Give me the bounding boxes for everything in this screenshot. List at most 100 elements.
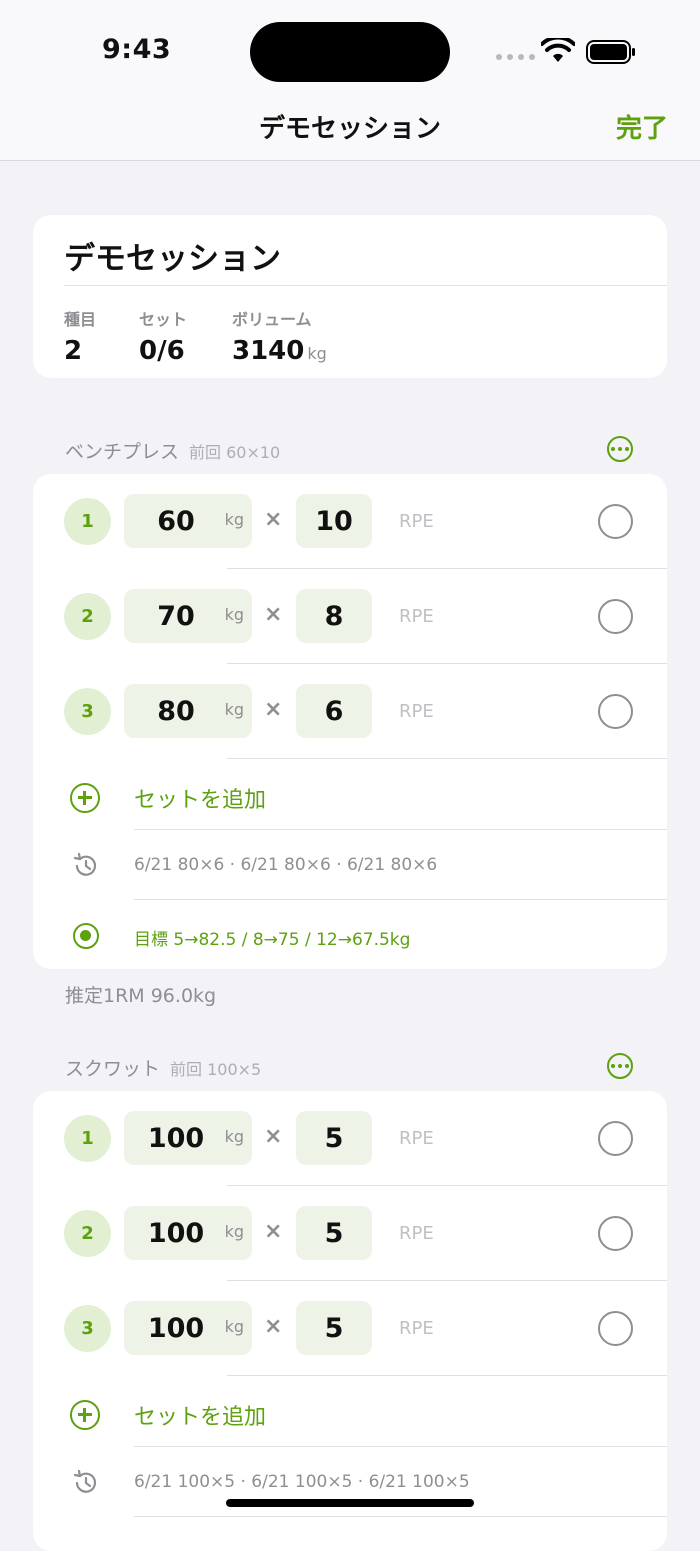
reps-value: 5 xyxy=(324,1123,344,1154)
history-icon xyxy=(73,852,97,876)
more-options-icon[interactable] xyxy=(607,1053,633,1079)
reps-field[interactable]: 5 xyxy=(296,1111,372,1165)
wifi-icon xyxy=(541,38,575,62)
rpe-field[interactable]: RPE xyxy=(399,1223,434,1244)
complete-checkbox[interactable] xyxy=(598,599,633,634)
history-text: 6/21 100×5 · 6/21 100×5 · 6/21 100×5 xyxy=(134,1472,470,1492)
stat-label: ボリューム xyxy=(232,310,312,329)
goal-row: 目標 5→82.5 / 8→75 / 12→67.5kg xyxy=(33,900,667,970)
weight-value: 100 xyxy=(147,1218,205,1249)
set-row: 2 70 kg × 8 RPE xyxy=(33,569,667,664)
previous-record: 前回 60×10 xyxy=(189,443,281,462)
exercise-header: スクワット 前回 100×5 xyxy=(65,1054,261,1081)
stat-label: 種目 xyxy=(64,310,97,329)
exercise-header: ベンチプレス 前回 60×10 xyxy=(65,437,280,464)
session-summary-card: デモセッション 種目 2 セット 0/6 ボリューム 3140 kg xyxy=(33,215,667,378)
exercise-card-squat: 1 100 kg × 5 RPE 2 100 kg × 5 RPE 3 100 kg … xyxy=(33,1091,667,1551)
navigation-bar: 9:43 デモセッション 完了 xyxy=(0,0,700,161)
add-set-button[interactable]: セットを追加 xyxy=(33,760,667,830)
stat-label: セット xyxy=(139,310,188,329)
set-number-badge: 1 xyxy=(64,1115,111,1162)
weight-field[interactable]: 60 kg xyxy=(124,494,252,548)
nav-title: デモセッション xyxy=(258,114,441,144)
times-sign: × xyxy=(264,1124,283,1149)
weight-value: 100 xyxy=(147,1313,205,1344)
history-icon xyxy=(73,1469,97,1493)
set-number-badge: 2 xyxy=(64,593,111,640)
set-row: 2 100 kg × 5 RPE xyxy=(33,1186,667,1281)
weight-value: 100 xyxy=(147,1123,205,1154)
weight-unit: kg xyxy=(224,1317,244,1336)
dynamic-island xyxy=(250,22,450,82)
stat-value-container: 3140 kg xyxy=(232,336,327,366)
stat-value: 0/6 xyxy=(139,336,185,366)
reps-field[interactable]: 8 xyxy=(296,589,372,643)
exercise-name: ベンチプレス xyxy=(65,441,180,463)
times-sign: × xyxy=(264,507,283,532)
reps-value: 6 xyxy=(324,696,344,727)
weight-unit: kg xyxy=(224,605,244,624)
set-number-badge: 1 xyxy=(64,498,111,545)
reps-value: 5 xyxy=(324,1313,344,1344)
stat-exercises: 種目 2 xyxy=(64,306,96,366)
set-row: 3 80 kg × 6 RPE xyxy=(33,664,667,759)
complete-checkbox[interactable] xyxy=(598,504,633,539)
set-number-badge: 2 xyxy=(64,1210,111,1257)
status-time: 9:43 xyxy=(102,34,172,65)
complete-checkbox[interactable] xyxy=(598,694,633,729)
complete-checkbox[interactable] xyxy=(598,1121,633,1156)
reps-value: 8 xyxy=(324,601,344,632)
previous-record: 前回 100×5 xyxy=(170,1060,262,1079)
home-indicator[interactable] xyxy=(226,1499,474,1507)
weight-field[interactable]: 70 kg xyxy=(124,589,252,643)
times-sign: × xyxy=(264,1314,283,1339)
add-set-button[interactable]: セットを追加 xyxy=(33,1377,667,1447)
divider xyxy=(64,285,667,286)
rpe-field[interactable]: RPE xyxy=(399,606,434,627)
stat-sets: セット 0/6 xyxy=(139,306,187,366)
rpe-field[interactable]: RPE xyxy=(399,1128,434,1149)
set-row: 1 100 kg × 5 RPE xyxy=(33,1091,667,1186)
times-sign: × xyxy=(264,697,283,722)
reps-field[interactable]: 6 xyxy=(296,684,372,738)
reps-field[interactable]: 10 xyxy=(296,494,372,548)
done-button[interactable]: 完了 xyxy=(616,108,668,145)
history-text: 6/21 80×6 · 6/21 80×6 · 6/21 80×6 xyxy=(134,855,438,875)
weight-value: 70 xyxy=(157,601,195,632)
stat-unit: kg xyxy=(307,344,327,363)
session-title[interactable]: デモセッション xyxy=(64,233,281,278)
reps-value: 5 xyxy=(324,1218,344,1249)
exercise-name: スクワット xyxy=(65,1058,161,1080)
rpe-field[interactable]: RPE xyxy=(399,511,434,532)
weight-field[interactable]: 100 kg xyxy=(124,1111,252,1165)
plus-circle-icon xyxy=(70,1400,100,1430)
more-options-icon[interactable] xyxy=(607,436,633,462)
weight-field[interactable]: 100 kg xyxy=(124,1206,252,1260)
weight-unit: kg xyxy=(224,1222,244,1241)
set-row: 1 60 kg × 10 RPE xyxy=(33,474,667,569)
reps-field[interactable]: 5 xyxy=(296,1206,372,1260)
estimated-1rm: 推定1RM 96.0kg xyxy=(65,985,217,1007)
add-set-label: セットを追加 xyxy=(134,1405,267,1430)
weight-field[interactable]: 100 kg xyxy=(124,1301,252,1355)
set-row: 3 100 kg × 5 RPE xyxy=(33,1281,667,1376)
set-number-badge: 3 xyxy=(64,688,111,735)
complete-checkbox[interactable] xyxy=(598,1216,633,1251)
reps-field[interactable]: 5 xyxy=(296,1301,372,1355)
set-number-badge: 3 xyxy=(64,1305,111,1352)
weight-value: 80 xyxy=(157,696,195,727)
times-sign: × xyxy=(264,602,283,627)
weight-field[interactable]: 80 kg xyxy=(124,684,252,738)
add-set-label: セットを追加 xyxy=(134,788,267,813)
complete-checkbox[interactable] xyxy=(598,1311,633,1346)
stat-value: 3140 xyxy=(232,336,305,366)
cellular-signal-icon xyxy=(496,54,535,60)
weight-unit: kg xyxy=(224,1127,244,1146)
rpe-field[interactable]: RPE xyxy=(399,701,434,722)
stat-volume: ボリューム 3140 kg xyxy=(232,306,327,366)
rpe-field[interactable]: RPE xyxy=(399,1318,434,1339)
goal-text: 目標 5→82.5 / 8→75 / 12→67.5kg xyxy=(134,930,411,950)
divider xyxy=(134,1516,667,1517)
history-row: 6/21 80×6 · 6/21 80×6 · 6/21 80×6 xyxy=(33,830,667,900)
battery-icon xyxy=(586,40,635,64)
